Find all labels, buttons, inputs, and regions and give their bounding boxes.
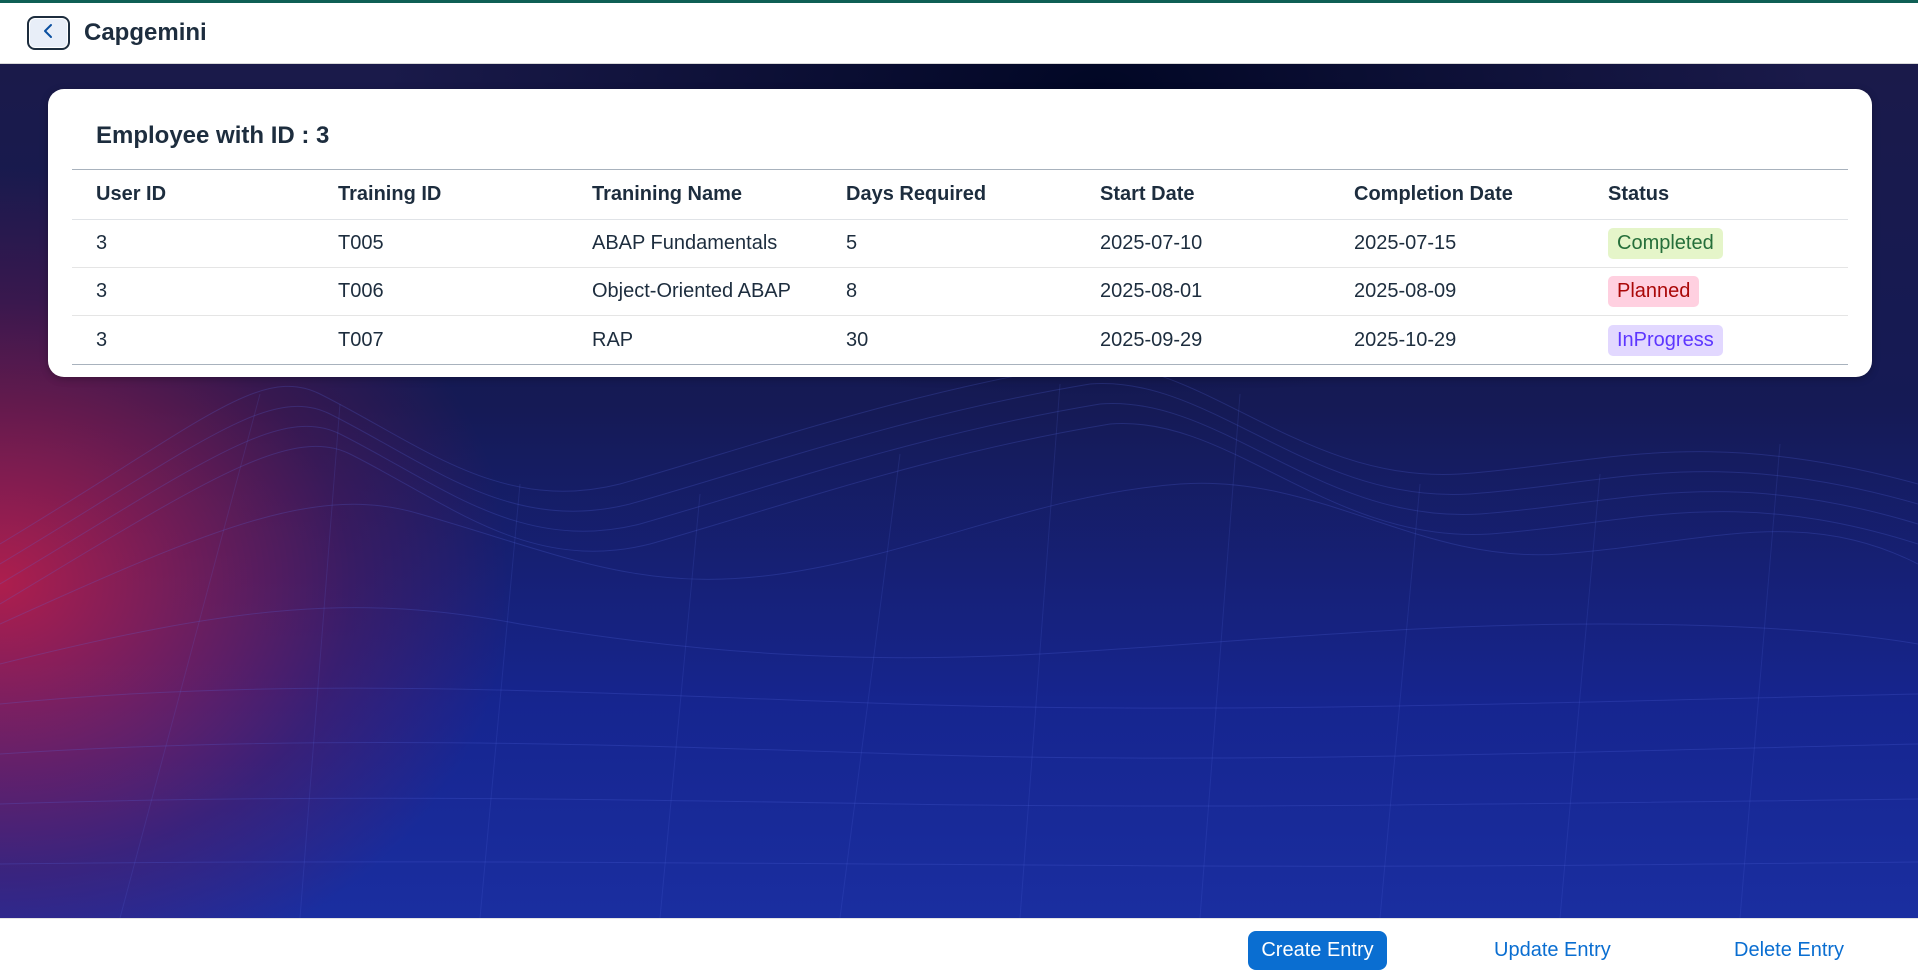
status-badge: Planned [1608, 276, 1700, 307]
column-header-status: Status [1608, 183, 1670, 205]
background-stage: Employee with ID : 3 User ID Training ID… [0, 64, 1918, 918]
cell-training-id: T007 [338, 328, 384, 351]
cell-start-date: 2025-08-01 [1100, 280, 1203, 302]
cell-completion-date: 2025-10-29 [1354, 328, 1457, 351]
create-entry-button[interactable]: Create Entry [1248, 931, 1387, 970]
app-title: Capgemini [84, 19, 207, 46]
footer-toolbar: Create Entry Update Entry Delete Entry [0, 918, 1918, 973]
chevron-left-icon [42, 23, 56, 44]
table-header: User ID Training ID Tranining Name Days … [72, 170, 1848, 220]
cell-training-name: ABAP Fundamentals [592, 232, 778, 254]
cell-training-name: RAP [592, 328, 634, 351]
card-title: Employee with ID : 3 [96, 122, 330, 149]
table-row[interactable]: 3 T006 Object-Oriented ABAP 8 2025-08-01… [72, 268, 1848, 316]
cell-start-date: 2025-09-29 [1100, 328, 1203, 351]
cell-days-required: 8 [846, 280, 858, 302]
cell-completion-date: 2025-08-09 [1354, 280, 1457, 302]
column-header-training-name: Tranining Name [592, 183, 743, 205]
cell-start-date: 2025-07-10 [1100, 232, 1203, 254]
training-table: User ID Training ID Tranining Name Days … [72, 169, 1848, 365]
back-button[interactable] [27, 16, 70, 50]
status-badge: InProgress [1608, 324, 1723, 356]
cell-user-id: 3 [96, 232, 108, 254]
shell-bar: Capgemini [0, 3, 1918, 64]
column-header-days-required: Days Required [846, 183, 987, 205]
employee-training-card: Employee with ID : 3 User ID Training ID… [48, 89, 1872, 377]
cell-training-id: T006 [338, 280, 384, 302]
column-header-user-id: User ID [96, 183, 167, 205]
cell-days-required: 5 [846, 232, 858, 254]
cell-user-id: 3 [96, 328, 108, 351]
cell-days-required: 30 [846, 328, 869, 351]
cell-user-id: 3 [96, 280, 108, 302]
column-header-training-id: Training ID [338, 183, 442, 205]
update-entry-button[interactable]: Update Entry [1494, 931, 1611, 970]
table-row[interactable]: 3 T005 ABAP Fundamentals 5 2025-07-10 20… [72, 220, 1848, 268]
cell-training-name: Object-Oriented ABAP [592, 280, 791, 302]
status-badge: Completed [1608, 228, 1723, 259]
cell-completion-date: 2025-07-15 [1354, 232, 1457, 254]
column-header-start-date: Start Date [1100, 183, 1195, 205]
column-header-completion-date: Completion Date [1354, 183, 1513, 205]
cell-training-id: T005 [338, 232, 384, 254]
delete-entry-button[interactable]: Delete Entry [1734, 931, 1844, 970]
table-row[interactable]: 3 T007 RAP 30 2025-09-29 2025-10-29 InPr… [72, 316, 1848, 364]
